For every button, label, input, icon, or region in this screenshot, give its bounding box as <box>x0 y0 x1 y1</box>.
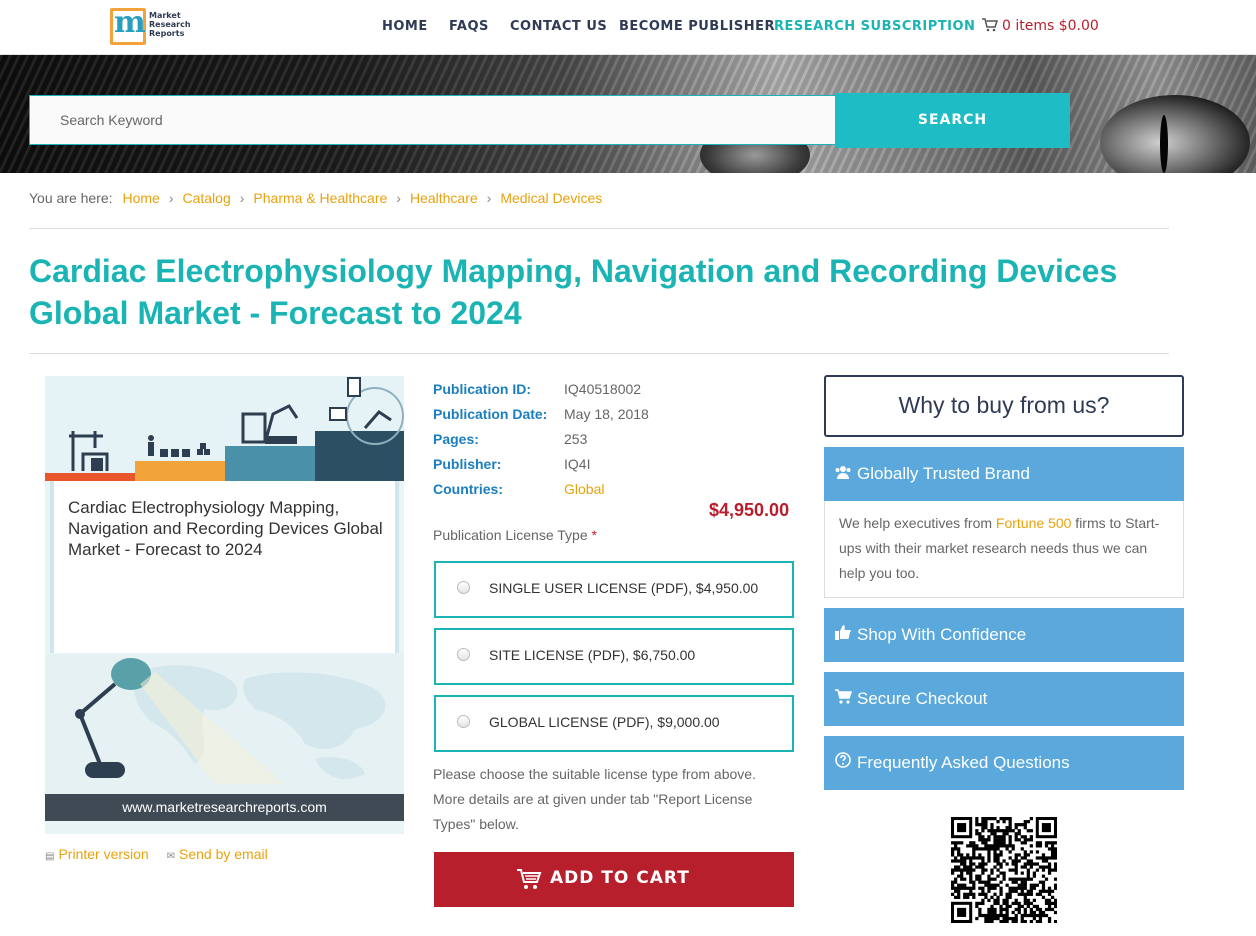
logo-text: Market Research Reports <box>149 11 191 38</box>
trusted-brand-body: We help executives from Fortune 500 firm… <box>824 501 1184 598</box>
nav-become-publisher[interactable]: BECOME PUBLISHER <box>619 19 775 34</box>
detail-label: Countries: <box>433 481 503 497</box>
report-actions: ▤ Printer version ✉ Send by email <box>45 846 268 862</box>
search-input[interactable]: Search Keyword <box>29 95 836 145</box>
breadcrumb-home[interactable]: Home <box>122 190 159 206</box>
why-buy-box: Why to buy from us? <box>824 375 1184 437</box>
search-button[interactable]: SEARCH <box>835 93 1070 148</box>
panel-title: Shop With Confidence <box>857 625 1027 644</box>
cover-title: Cardiac Electrophysiology Mapping, Navig… <box>68 498 383 559</box>
license-type-label: Publication License Type * <box>433 527 597 543</box>
report-price: $4,950.00 <box>709 500 790 520</box>
report-cover-image: Cardiac Electrophysiology Mapping, Navig… <box>45 376 404 834</box>
countries-link[interactable]: Global <box>564 477 604 502</box>
license-option-label: GLOBAL LICENSE (PDF), $9,000.00 <box>489 714 720 730</box>
panel-title: Globally Trusted Brand <box>857 464 1030 483</box>
panel-globally-trusted-brand[interactable]: Globally Trusted Brand <box>824 447 1184 501</box>
detail-label: Publisher: <box>433 456 502 472</box>
panel-shop-with-confidence[interactable]: Shop With Confidence <box>824 608 1184 662</box>
add-to-cart-label: ADD TO CART <box>550 868 690 888</box>
chevron-right-icon: › <box>396 190 401 206</box>
license-option-label: SITE LICENSE (PDF), $6,750.00 <box>489 647 696 663</box>
detail-value: IQ4I <box>564 456 591 472</box>
divider <box>29 353 1169 354</box>
radio-button[interactable] <box>457 581 470 594</box>
logo-mark: m <box>110 5 146 45</box>
license-option-global[interactable]: GLOBAL LICENSE (PDF), $9,000.00 <box>434 695 794 752</box>
cart-icon <box>833 672 853 726</box>
detail-label: Publication Date: <box>433 406 548 422</box>
radio-button[interactable] <box>457 715 470 728</box>
site-logo[interactable]: m Market Research Reports <box>110 5 191 46</box>
add-to-cart-button[interactable]: ADD TO CART <box>434 852 794 907</box>
send-by-email-link[interactable]: Send by email <box>179 846 268 862</box>
breadcrumb-catalog[interactable]: Catalog <box>182 190 230 206</box>
users-icon <box>833 447 853 501</box>
header-cart[interactable]: 0 items $0.00 <box>982 18 1099 36</box>
fortune-500-link[interactable]: Fortune 500 <box>996 515 1072 531</box>
license-option-label: SINGLE USER LICENSE (PDF), $4,950.00 <box>489 580 759 596</box>
license-option-site[interactable]: SITE LICENSE (PDF), $6,750.00 <box>434 628 794 685</box>
breadcrumb-prefix: You are here: <box>29 190 113 206</box>
panel-title: Frequently Asked Questions <box>857 753 1070 772</box>
nav-faqs[interactable]: FAQS <box>449 19 489 34</box>
nav-home[interactable]: HOME <box>382 19 428 34</box>
chevron-right-icon: › <box>168 190 174 206</box>
detail-label: Pages: <box>433 431 479 447</box>
detail-value: 253 <box>564 431 588 447</box>
panel-faq[interactable]: Frequently Asked Questions <box>824 736 1184 790</box>
cover-illustration <box>45 376 404 481</box>
thumbs-up-icon <box>833 608 853 662</box>
license-option-single[interactable]: SINGLE USER LICENSE (PDF), $4,950.00 <box>434 561 794 618</box>
detail-value: IQ40518002 <box>564 381 642 397</box>
cat-pupil <box>1160 115 1168 173</box>
panel-secure-checkout[interactable]: Secure Checkout <box>824 672 1184 726</box>
top-bar: m Market Research Reports HOME FAQS CONT… <box>0 0 1256 55</box>
required-marker: * <box>591 527 597 543</box>
email-icon: ✉ <box>166 851 175 862</box>
divider <box>29 228 1169 229</box>
question-circle-icon <box>833 736 853 790</box>
cart-icon <box>982 18 999 36</box>
breadcrumb: You are here: Home › Catalog › Pharma & Heal… <box>29 190 602 206</box>
breadcrumb-medical-devices[interactable]: Medical Devices <box>500 190 602 206</box>
qr-code <box>951 817 1058 924</box>
panel-title: Secure Checkout <box>857 689 988 708</box>
nav-research-subscription[interactable]: RESEARCH SUBSCRIPTION <box>774 19 975 34</box>
cart-icon <box>516 868 542 895</box>
detail-label: Publication ID: <box>433 381 531 397</box>
printer-icon: ▤ <box>45 851 55 862</box>
nav-contact-us[interactable]: CONTACT US <box>510 19 607 34</box>
cart-summary: 0 items $0.00 <box>1002 18 1099 34</box>
page-title: Cardiac Electrophysiology Mapping, Navig… <box>29 253 1118 331</box>
chevron-right-icon: › <box>486 190 492 206</box>
detail-value: May 18, 2018 <box>564 406 649 422</box>
printer-version-link[interactable]: Printer version <box>58 846 148 862</box>
chevron-right-icon: › <box>239 190 245 206</box>
breadcrumb-pharma[interactable]: Pharma & Healthcare <box>253 190 387 206</box>
breadcrumb-healthcare[interactable]: Healthcare <box>410 190 478 206</box>
cover-world-map <box>45 654 404 794</box>
radio-button[interactable] <box>457 648 470 661</box>
cover-url-bar: www.marketresearchreports.com <box>45 794 404 821</box>
license-note: Please choose the suitable license type … <box>433 766 756 832</box>
